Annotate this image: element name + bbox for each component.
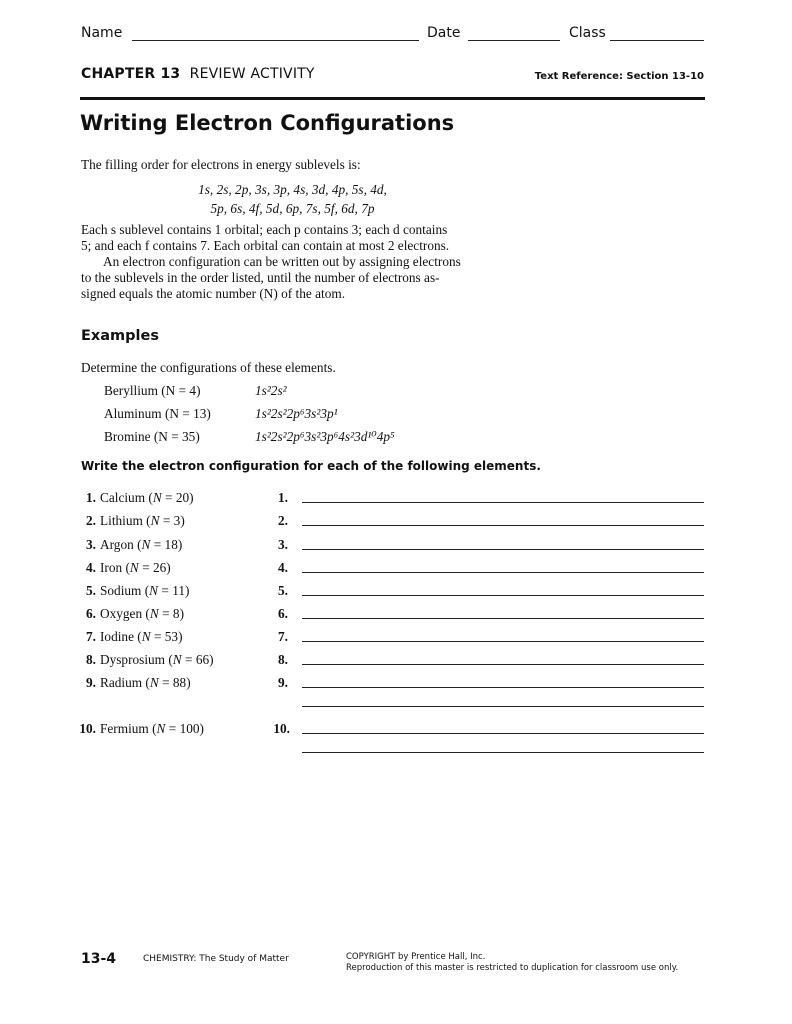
- text-reference: Text Reference: Section 13-10: [534, 71, 704, 82]
- atomic-number: 100: [179, 721, 200, 736]
- answer-line[interactable]: [302, 664, 704, 665]
- answer-line[interactable]: [302, 525, 704, 526]
- question-number: 8.: [86, 652, 96, 667]
- answer-line-continued[interactable]: [302, 706, 704, 707]
- question-number: 3.: [86, 537, 96, 552]
- question-number: 4.: [86, 560, 96, 575]
- page-title: Writing Electron Configurations: [80, 111, 455, 135]
- atomic-number: 8: [172, 606, 180, 621]
- answer-number: 7.: [278, 629, 288, 644]
- question-item: 8. Dysprosium (N = 66): [78, 652, 214, 668]
- answer-line-continued[interactable]: [302, 752, 704, 753]
- question-element: Lithium: [100, 513, 143, 528]
- class-label: Class: [569, 25, 606, 41]
- atomic-number: 88: [172, 675, 187, 690]
- question-element: Fermium: [100, 721, 149, 736]
- orbital-rule-line-2: 5; and each f contains 7. Each orbital c…: [81, 238, 450, 253]
- filling-order-lead: The filling order for electrons in energ…: [81, 157, 361, 172]
- question-item: 2. Lithium (N = 3): [78, 513, 185, 529]
- question-element: Argon: [100, 537, 134, 552]
- atomic-number: 26: [152, 560, 167, 575]
- copyright-line-1: COPYRIGHT by Prentice Hall, Inc.: [346, 952, 486, 962]
- question-element: Calcium: [100, 490, 146, 505]
- question-number: 7.: [86, 629, 96, 644]
- class-field[interactable]: [610, 40, 704, 41]
- chapter-heading: CHAPTER 13 REVIEW ACTIVITY: [81, 66, 315, 82]
- answer-line[interactable]: [302, 687, 704, 688]
- atomic-number: 11: [172, 583, 185, 598]
- question-number: 2.: [86, 513, 96, 528]
- answer-number: 2.: [278, 513, 288, 528]
- page-number: 13-4: [81, 951, 117, 967]
- example-element: Beryllium (N = 4): [104, 383, 201, 398]
- question-item: 10. Fermium (N = 100): [79, 721, 204, 736]
- question-number: 5.: [86, 583, 96, 598]
- date-label: Date: [427, 25, 461, 41]
- question-item: 1. Calcium (N = 20): [78, 490, 194, 506]
- header-rule: [80, 97, 705, 100]
- answer-number: 3.: [278, 537, 288, 552]
- name-field[interactable]: [132, 40, 419, 41]
- example-configuration: 1s²2s²2p⁶3s²3p⁶4s²3d¹⁰4p⁵: [255, 429, 395, 444]
- config-para-line-3: signed equals the atomic number (N) of t…: [81, 286, 346, 301]
- question-item: 6. Oxygen (N = 8): [78, 606, 184, 622]
- book-title: CHEMISTRY: The Study of Matter: [143, 954, 289, 964]
- examples-heading: Examples: [81, 328, 159, 344]
- answer-number: 8.: [278, 652, 288, 667]
- question-number: 6.: [86, 606, 96, 621]
- answer-line[interactable]: [302, 549, 704, 550]
- example-element: Aluminum (N = 13): [104, 406, 211, 421]
- answer-line[interactable]: [302, 618, 704, 619]
- examples-lead: Determine the configurations of these el…: [81, 360, 336, 375]
- question-number: 9.: [86, 675, 96, 690]
- atomic-number: 18: [164, 537, 178, 552]
- name-label: Name: [81, 25, 123, 41]
- copyright-notice: COPYRIGHT by Prentice Hall, Inc. Reprodu…: [346, 952, 678, 974]
- atomic-number: 53: [164, 629, 179, 644]
- example-configuration: 1s²2s²: [255, 383, 287, 398]
- question-item: 9. Radium (N = 88): [78, 675, 191, 691]
- answer-number: 5.: [278, 583, 288, 598]
- filling-order-line-1: 1s, 2s, 2p, 3s, 3p, 4s, 3d, 4p, 5s, 4d,: [198, 182, 387, 197]
- answer-line[interactable]: [302, 733, 704, 734]
- answer-number: 6.: [278, 606, 288, 621]
- question-item: 3. Argon (N = 18): [78, 537, 182, 553]
- exercise-instruction: Write the electron configuration for eac…: [81, 459, 541, 473]
- question-item: 4. Iron (N = 26): [78, 560, 171, 576]
- question-element: Iodine: [100, 629, 134, 644]
- filling-order-sequence: 1s, 2s, 2p, 3s, 3p, 4s, 3d, 4p, 5s, 4d, …: [80, 180, 505, 218]
- answer-line[interactable]: [302, 641, 704, 642]
- question-element: Oxygen: [100, 606, 143, 621]
- filling-order-line-2: 5p, 6s, 4f, 5d, 6p, 7s, 5f, 6d, 7p: [210, 201, 375, 216]
- answer-line[interactable]: [302, 595, 704, 596]
- question-element: Dysprosium: [100, 652, 166, 667]
- orbital-rule-line-1: Each s sublevel contains 1 orbital; each…: [81, 222, 448, 237]
- question-element: Iron: [100, 560, 123, 575]
- atomic-number: 20: [175, 490, 190, 505]
- date-field[interactable]: [468, 40, 560, 41]
- question-number: 1.: [86, 490, 96, 505]
- config-para-line-2: to the sublevels in the order listed, un…: [81, 270, 440, 285]
- answer-number: 10.: [273, 721, 290, 736]
- question-element: Sodium: [100, 583, 142, 598]
- config-para-line-1: An electron configuration can be written…: [103, 254, 461, 269]
- answer-line[interactable]: [302, 572, 704, 573]
- question-element: Radium: [100, 675, 143, 690]
- question-item: 5. Sodium (N = 11): [78, 583, 189, 599]
- question-item: 7. Iodine (N = 53): [78, 629, 183, 645]
- answer-line[interactable]: [302, 502, 704, 503]
- chapter-title: REVIEW ACTIVITY: [189, 66, 315, 82]
- question-number: 10.: [79, 721, 96, 736]
- chapter-number: CHAPTER 13: [81, 66, 181, 82]
- example-element: Bromine (N = 35): [104, 429, 200, 444]
- answer-number: 4.: [278, 560, 288, 575]
- atomic-number: 66: [195, 652, 210, 667]
- copyright-line-2: Reproduction of this master is restricte…: [346, 963, 679, 973]
- orbital-rule-paragraph: Each s sublevel contains 1 orbital; each…: [81, 222, 521, 302]
- answer-number: 1.: [278, 490, 288, 505]
- example-configuration: 1s²2s²2p⁶3s²3p¹: [255, 406, 338, 421]
- answer-number: 9.: [278, 675, 288, 690]
